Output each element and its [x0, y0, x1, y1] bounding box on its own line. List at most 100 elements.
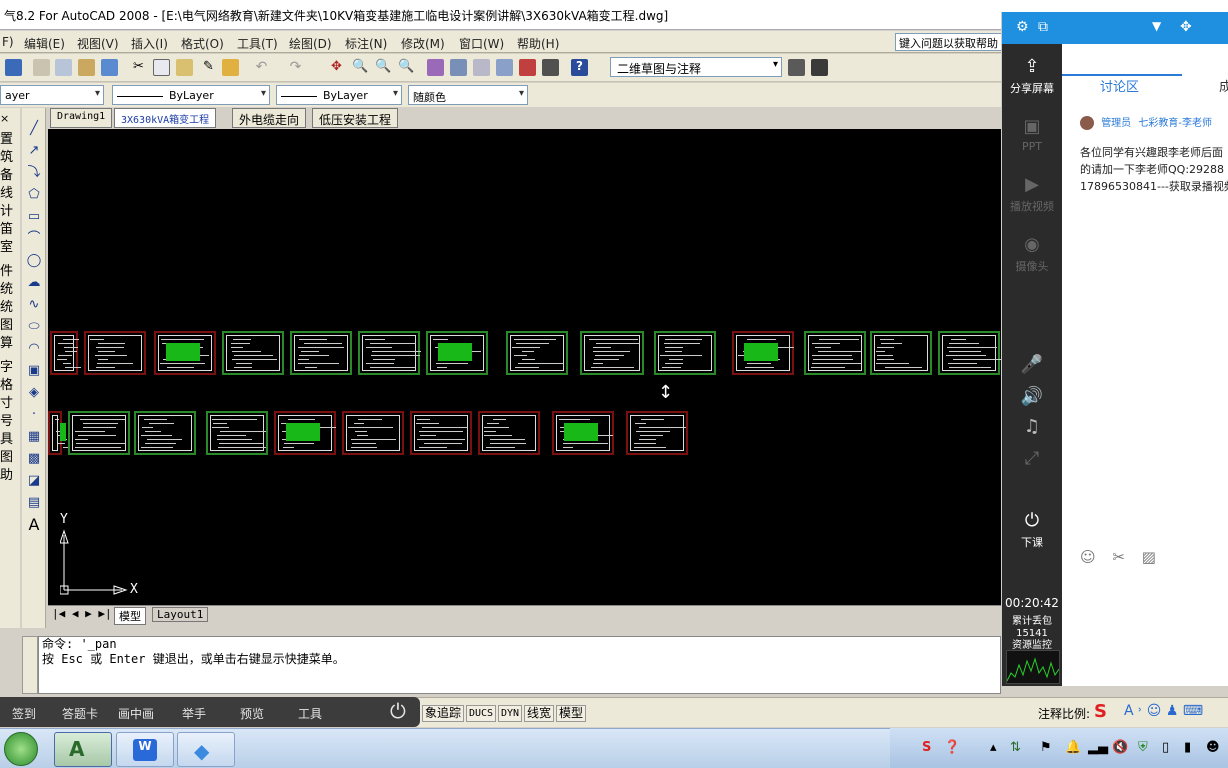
undo-icon[interactable]: ↶ — [253, 59, 270, 76]
ellipse-icon[interactable]: ⬭ — [25, 318, 43, 336]
network-activity-icon[interactable]: ⇅ — [1010, 740, 1021, 755]
line-icon[interactable]: ╱ — [25, 120, 43, 138]
image-icon[interactable]: ▨ — [1142, 548, 1156, 566]
tab-discussion[interactable]: 讨论区 — [1100, 76, 1139, 95]
drawing-sheet[interactable] — [732, 331, 795, 375]
arc-icon[interactable]: ⌒ — [25, 230, 43, 248]
paste-icon[interactable] — [176, 59, 193, 76]
layer-select[interactable]: ayer — [0, 85, 104, 105]
strip-item[interactable]: 统 — [0, 296, 20, 315]
autocad-taskbar-button[interactable]: A — [54, 732, 112, 767]
drawing-sheet[interactable] — [134, 411, 196, 455]
answer-card-button[interactable]: 答题卡 — [62, 705, 98, 722]
strip-item[interactable]: 备 — [0, 164, 20, 183]
drawing-sheet[interactable] — [938, 331, 1001, 375]
help-tray-icon[interactable]: ❓ — [944, 740, 960, 755]
tab-layout1[interactable]: Layout1 — [152, 607, 209, 622]
close-icon[interactable]: × — [0, 112, 20, 125]
table-icon[interactable]: ▤ — [25, 494, 43, 512]
strip-item[interactable]: 件 — [0, 260, 20, 279]
strip-item[interactable]: 助 — [0, 464, 20, 483]
start-button[interactable] — [4, 732, 38, 766]
plot-icon[interactable] — [33, 59, 50, 76]
strip-item[interactable]: 置 — [0, 128, 20, 147]
menu-item-modify[interactable]: 修改(M) — [401, 35, 445, 52]
dropdown-icon[interactable]: ▼ — [1152, 19, 1161, 33]
status-model[interactable]: 模型 — [556, 705, 587, 722]
strip-item[interactable]: 计 — [0, 200, 20, 219]
menu-item-insert[interactable]: 插入(I) — [131, 35, 168, 52]
ppt-button[interactable]: ▣ PPT — [1002, 116, 1062, 153]
help-search-input[interactable]: 键入问题以获取帮助 — [895, 33, 1005, 51]
tab-cable-route[interactable]: 外电缆走向 — [232, 108, 307, 128]
block-editor-icon[interactable] — [222, 59, 239, 76]
drawing-sheet[interactable] — [290, 331, 352, 375]
drawing-sheet[interactable] — [478, 411, 540, 455]
notification-icon[interactable]: 🔔 — [1065, 740, 1081, 755]
strip-item[interactable]: 图 — [0, 314, 20, 333]
sogou-tray-icon[interactable]: S — [922, 740, 931, 755]
workspace-save-icon[interactable] — [811, 59, 828, 76]
share-screen-button[interactable]: ⇪ 分享屏幕 — [1002, 56, 1062, 96]
menu-item-file[interactable]: F) — [2, 35, 14, 49]
region-icon[interactable]: ◪ — [25, 472, 43, 490]
drawing-sheet[interactable] — [206, 411, 268, 455]
microphone-icon[interactable]: 🎤 — [1002, 354, 1062, 378]
popout-icon[interactable]: ⧉ — [1038, 19, 1048, 35]
menu-item-format[interactable]: 格式(O) — [181, 35, 224, 52]
status-otrack[interactable]: 象追踪 — [422, 705, 465, 722]
checkin-button[interactable]: 签到 — [12, 705, 36, 722]
strip-item[interactable]: 线 — [0, 182, 20, 201]
command-window[interactable]: 命令: '_pan 按 Esc 或 Enter 键退出，或单击右键显示快捷菜单。 — [38, 636, 1001, 694]
menu-item-dimension[interactable]: 标注(N) — [345, 35, 387, 52]
drawing-sheet[interactable] — [506, 331, 568, 375]
publish-web-icon[interactable] — [101, 59, 118, 76]
multiline-text-icon[interactable]: A — [25, 516, 43, 534]
menu-item-view[interactable]: 视图(V) — [77, 35, 119, 52]
drawing-sheet[interactable] — [342, 411, 404, 455]
status-lineweight[interactable]: 线宽 — [524, 705, 555, 722]
end-class-button[interactable]: ⏻ 下课 — [1002, 510, 1062, 550]
drawing-sheet[interactable] — [870, 331, 932, 375]
picture-in-picture-button[interactable]: 画中画 — [118, 705, 154, 722]
clipboard-icon[interactable]: ▯ — [1162, 740, 1169, 755]
strip-item[interactable]: 字 — [0, 356, 20, 375]
make-block-icon[interactable]: ◈ — [25, 384, 43, 402]
zoom-previous-icon[interactable]: 🔍 — [398, 59, 415, 76]
drawing-sheet[interactable] — [626, 411, 688, 455]
drawing-sheet[interactable] — [48, 411, 69, 455]
tab-low-voltage[interactable]: 低压安装工程 — [312, 108, 399, 128]
copy-icon[interactable] — [153, 59, 170, 76]
strip-item[interactable]: 筑 — [0, 146, 20, 165]
signal-icon[interactable]: ▂▄ — [1088, 740, 1108, 755]
pin-icon[interactable]: ✥ — [1180, 19, 1192, 35]
camera-button[interactable]: ◉ 摄像头 — [1002, 234, 1062, 274]
tools-button[interactable]: 工具 — [298, 705, 322, 722]
strip-item[interactable]: 寸 — [0, 392, 20, 411]
raise-hand-button[interactable]: 举手 — [182, 705, 206, 722]
hatch-icon[interactable]: ▦ — [25, 428, 43, 446]
spline-icon[interactable]: ∿ — [25, 296, 43, 314]
publish-icon[interactable] — [78, 59, 95, 76]
strip-item[interactable]: 号 — [0, 410, 20, 429]
markup-icon[interactable] — [519, 59, 536, 76]
strip-item[interactable]: 具 — [0, 428, 20, 447]
strip-item[interactable]: 格 — [0, 374, 20, 393]
preview-button[interactable]: 预览 — [240, 705, 264, 722]
design-center-icon[interactable] — [450, 59, 467, 76]
menu-item-help[interactable]: 帮助(H) — [517, 35, 559, 52]
insert-block-icon[interactable]: ▣ — [25, 362, 43, 380]
tab-drawing1[interactable]: Drawing1 — [50, 108, 113, 128]
sheet-set-icon[interactable] — [496, 59, 513, 76]
strip-item[interactable]: 统 — [0, 278, 20, 297]
menu-item-draw[interactable]: 绘图(D) — [289, 35, 332, 52]
tool-palettes-icon[interactable] — [473, 59, 490, 76]
sogou-ime-icon[interactable]: S — [1094, 701, 1107, 722]
tab-model[interactable]: 模型 — [114, 607, 146, 625]
live-app-taskbar-button[interactable]: ◆ — [177, 732, 235, 767]
expand-tray-icon[interactable]: ▴ — [990, 740, 997, 755]
polyline-icon[interactable]: ⤵ — [25, 164, 43, 182]
color-select[interactable]: 随颜色 — [408, 85, 528, 105]
plot-preview-icon[interactable] — [55, 59, 72, 76]
match-properties-icon[interactable]: ✎ — [200, 59, 217, 76]
